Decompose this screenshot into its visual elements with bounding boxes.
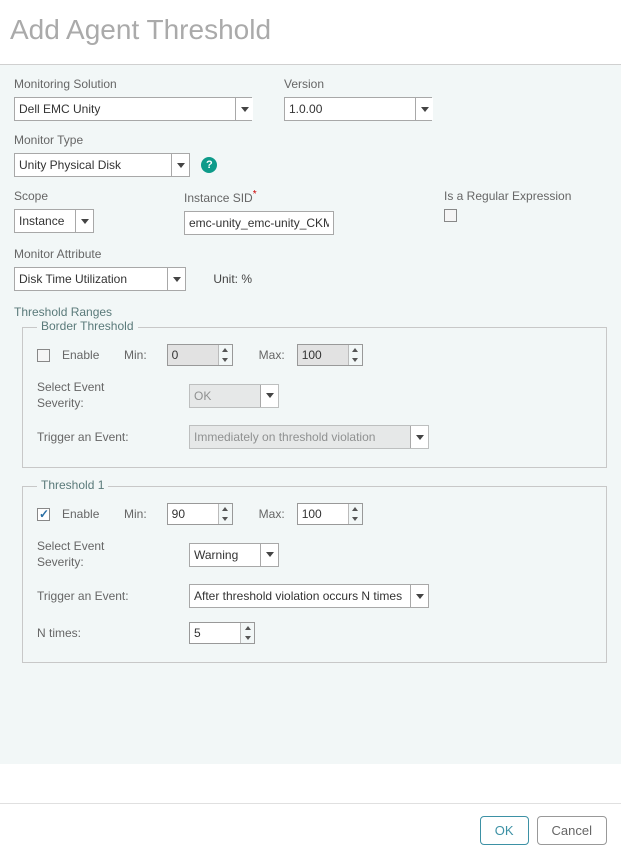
border-trigger-label: Trigger an Event: [37,430,177,444]
main-form-area: Monitoring Solution Dell EMC Unity Versi… [0,64,621,764]
threshold-1-fieldset: Threshold 1 Enable Min: Max: [22,486,607,663]
spinner-down-icon[interactable] [349,355,362,365]
spinner-down-icon[interactable] [241,633,254,643]
t1-trigger-select[interactable]: After threshold violation occurs N times [189,584,429,608]
threshold-1-legend: Threshold 1 [37,478,108,492]
help-icon[interactable]: ? [201,157,217,173]
instance-sid-label: Instance SID* [184,189,354,205]
monitor-type-select[interactable]: Unity Physical Disk [14,153,190,177]
border-enable-label: Enable [62,348,112,362]
spinner-down-icon[interactable] [349,514,362,524]
t1-max-spinner[interactable] [297,503,363,525]
regex-checkbox[interactable] [444,209,457,222]
t1-max-input[interactable] [298,504,348,524]
page-title: Add Agent Threshold [0,0,621,64]
border-max-spinner[interactable] [297,344,363,366]
border-min-spinner[interactable] [167,344,233,366]
button-bar: OK Cancel [0,803,621,857]
unit-label: Unit: % [213,267,252,291]
t1-trigger-label: Trigger an Event: [37,589,177,603]
t1-max-label: Max: [259,507,285,521]
spinner-down-icon[interactable] [219,514,232,524]
t1-min-label: Min: [124,507,147,521]
t1-min-input[interactable] [168,504,218,524]
spinner-up-icon[interactable] [241,623,254,633]
threshold-ranges-heading: Threshold Ranges [14,305,607,319]
ok-button[interactable]: OK [480,816,529,845]
border-min-label: Min: [124,348,147,362]
border-max-label: Max: [259,348,285,362]
t1-ntimes-spinner[interactable] [189,622,255,644]
t1-severity-label: Select Event Severity: [37,539,127,570]
spinner-up-icon[interactable] [349,504,362,514]
t1-enable-checkbox[interactable] [37,508,50,521]
monitor-attribute-select[interactable]: Disk Time Utilization [14,267,186,291]
border-severity-label: Select Event Severity: [37,380,127,411]
border-severity-select: OK [189,384,279,408]
version-select[interactable]: 1.0.00 [284,97,432,121]
monitor-type-label: Monitor Type [14,133,607,147]
border-max-input[interactable] [298,345,348,365]
border-enable-checkbox[interactable] [37,349,50,362]
spinner-up-icon[interactable] [349,345,362,355]
monitor-attribute-label: Monitor Attribute [14,247,607,261]
spinner-up-icon[interactable] [219,504,232,514]
scope-label: Scope [14,189,154,203]
monitoring-solution-select[interactable]: Dell EMC Unity [14,97,252,121]
monitoring-solution-label: Monitoring Solution [14,77,254,91]
t1-severity-select[interactable]: Warning [189,543,279,567]
version-label: Version [284,77,434,91]
border-min-input[interactable] [168,345,218,365]
spinner-down-icon[interactable] [219,355,232,365]
regex-label: Is a Regular Expression [444,189,571,203]
t1-enable-label: Enable [62,507,112,521]
instance-sid-input[interactable] [184,211,334,235]
spinner-up-icon[interactable] [219,345,232,355]
t1-ntimes-label: N times: [37,626,177,640]
border-trigger-select: Immediately on threshold violation [189,425,429,449]
border-threshold-fieldset: Border Threshold Enable Min: Max: [22,327,607,468]
scope-select[interactable]: Instance [14,209,94,233]
required-mark-icon: * [253,189,257,200]
t1-min-spinner[interactable] [167,503,233,525]
border-threshold-legend: Border Threshold [37,319,138,333]
cancel-button[interactable]: Cancel [537,816,607,845]
t1-ntimes-input[interactable] [190,623,240,643]
